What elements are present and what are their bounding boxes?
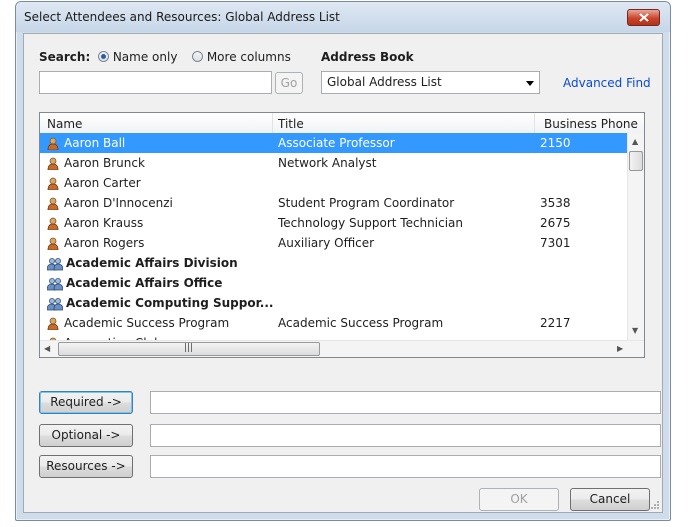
- group-icon: [46, 277, 64, 294]
- required-button[interactable]: Required ->: [39, 391, 133, 414]
- list-item-phone: 3538: [540, 196, 571, 210]
- select-attendees-dialog: Select Attendees and Resources: Global A…: [15, 1, 671, 521]
- list-item[interactable]: Academic Computing Suppor...: [40, 293, 636, 313]
- window-title: Select Attendees and Resources: Global A…: [24, 10, 340, 24]
- search-label: Search:: [39, 50, 91, 64]
- column-header-name[interactable]: Name: [47, 117, 82, 131]
- person-icon: [47, 157, 59, 173]
- list-item-name: Academic Success Program: [64, 316, 230, 330]
- required-field[interactable]: [150, 391, 661, 414]
- radio-name-only[interactable]: Name only: [98, 50, 177, 64]
- radio-more-columns-indicator[interactable]: [192, 51, 203, 62]
- list-item[interactable]: Aaron Ball Associate Professor 2150: [40, 133, 636, 153]
- go-button[interactable]: Go: [275, 72, 303, 94]
- group-icon: [46, 257, 64, 274]
- list-item-title: Student Program Coordinator: [278, 196, 455, 210]
- list-item[interactable]: Academic Affairs Division: [40, 253, 636, 273]
- radio-more-columns-label: More columns: [206, 50, 291, 64]
- list-header: Name Title Business Phone: [40, 113, 644, 134]
- list-item-title: Auxiliary Officer: [278, 236, 375, 250]
- address-list[interactable]: Name Title Business Phone Aaron Ball Asso…: [39, 112, 645, 358]
- radio-name-only-indicator[interactable]: [98, 51, 109, 62]
- list-item[interactable]: Aaron Krauss Technology Support Technicia…: [40, 213, 636, 233]
- vertical-scroll-thumb[interactable]: [629, 151, 643, 171]
- list-item-phone: 2675: [540, 216, 571, 230]
- optional-field[interactable]: [150, 424, 661, 447]
- list-item[interactable]: Aaron Carter: [40, 173, 636, 193]
- horizontal-scrollbar[interactable]: ◀ ||| ▶: [40, 340, 644, 357]
- column-header-phone[interactable]: Business Phone: [544, 117, 638, 131]
- resize-grip-icon[interactable]: [650, 500, 660, 510]
- address-book-select[interactable]: Global Address List: [321, 71, 540, 94]
- list-item-name: Academic Affairs Division: [66, 256, 238, 270]
- ok-button[interactable]: OK: [479, 488, 559, 511]
- address-book-label: Address Book: [321, 50, 414, 64]
- scroll-left-icon[interactable]: ◀: [44, 344, 50, 353]
- vertical-scrollbar[interactable]: ▲ ▼: [627, 133, 644, 340]
- column-header-title[interactable]: Title: [278, 117, 304, 131]
- list-item[interactable]: Aaron D'Innocenzi Student Program Coordin…: [40, 193, 636, 213]
- close-icon: [639, 13, 649, 22]
- person-icon: [47, 177, 59, 193]
- group-icon: [46, 297, 64, 314]
- resources-field[interactable]: [150, 455, 661, 478]
- person-icon: [47, 317, 59, 333]
- list-item[interactable]: Aaron Brunck Network Analyst: [40, 153, 636, 173]
- list-item-title: Network Analyst: [278, 156, 377, 170]
- list-item-title: Associate Professor: [278, 136, 395, 150]
- column-divider[interactable]: [534, 113, 535, 133]
- search-input[interactable]: [39, 71, 272, 94]
- list-item-phone: 2217: [540, 316, 571, 330]
- list-item-title: Academic Success Program: [278, 316, 444, 330]
- person-icon: [47, 237, 59, 253]
- list-item-name: Academic Computing Suppor...: [66, 296, 274, 310]
- list-item-phone: 2150: [540, 136, 571, 150]
- list-item[interactable]: Academic Success Program Academic Success…: [40, 313, 636, 333]
- list-item-name: Academic Affairs Office: [66, 276, 223, 290]
- person-icon: [47, 137, 59, 153]
- list-item-name: Aaron Brunck: [64, 156, 145, 170]
- list-item-name: Aaron Krauss: [64, 216, 144, 230]
- address-book-selected: Global Address List: [327, 75, 442, 89]
- column-divider[interactable]: [272, 113, 273, 133]
- list-item[interactable]: Aaron Rogers Auxiliary Officer 7301: [40, 233, 636, 253]
- person-icon: [47, 197, 59, 213]
- close-button[interactable]: [627, 9, 660, 26]
- dialog-body: Search: Name only More columns Address B…: [23, 33, 663, 513]
- list-item[interactable]: Academic Affairs Office: [40, 273, 636, 293]
- list-item-name: Aaron D'Innocenzi: [64, 196, 173, 210]
- scroll-up-icon[interactable]: ▲: [632, 137, 638, 146]
- scroll-right-icon[interactable]: ▶: [617, 344, 623, 353]
- grip-icon: |||: [184, 343, 194, 353]
- chevron-down-icon: [526, 81, 534, 86]
- list-item-name: Aaron Rogers: [64, 236, 145, 250]
- list-item-name: Aaron Ball: [64, 136, 126, 150]
- person-icon: [47, 217, 59, 233]
- resources-button[interactable]: Resources ->: [39, 455, 133, 478]
- scroll-down-icon[interactable]: ▼: [632, 326, 638, 335]
- radio-name-only-label: Name only: [112, 50, 178, 64]
- horizontal-scroll-thumb[interactable]: |||: [58, 342, 320, 356]
- optional-button[interactable]: Optional ->: [39, 424, 133, 447]
- advanced-find-link[interactable]: Advanced Find: [563, 76, 651, 90]
- title-bar[interactable]: Select Attendees and Resources: Global A…: [16, 2, 670, 32]
- list-item-phone: 7301: [540, 236, 571, 250]
- list-item-title: Technology Support Technician: [278, 216, 463, 230]
- cancel-button[interactable]: Cancel: [570, 488, 650, 511]
- list-item-name: Aaron Carter: [64, 176, 141, 190]
- radio-more-columns[interactable]: More columns: [192, 50, 291, 64]
